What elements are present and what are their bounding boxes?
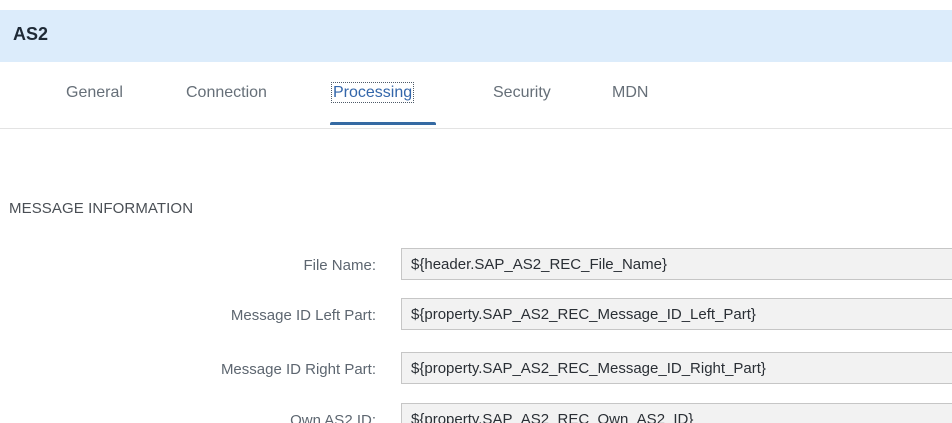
message-id-left-part-input[interactable] [401,298,952,330]
page-title: AS2 [13,24,49,44]
message-id-right-part-input[interactable] [401,352,952,384]
form-row-own-as2-id: Own AS2 ID: [0,403,952,423]
tab-security[interactable]: Security [493,84,551,102]
tab-processing[interactable]: Processing [330,82,415,103]
section-title-message-information: MESSAGE INFORMATION [9,200,194,217]
message-id-left-part-label: Message ID Left Part: [230,307,376,324]
file-name-label: File Name: [303,257,376,274]
as2-config-page: AS2 General Connection Processing Securi… [0,0,952,423]
tab-connection[interactable]: Connection [186,84,267,102]
header-bar: AS2 [0,10,952,62]
tab-mdn[interactable]: MDN [612,84,648,102]
form-row-message-id-right-part: Message ID Right Part: [0,352,952,386]
own-as2-id-input[interactable] [401,403,952,423]
tab-general[interactable]: General [66,84,123,102]
tab-connection-label: Connection [186,84,267,101]
form-row-message-id-left-part: Message ID Left Part: [0,298,952,332]
tab-security-label: Security [493,84,551,101]
tab-processing-label: Processing [330,82,415,103]
tab-general-label: General [66,84,123,101]
message-id-right-part-label: Message ID Right Part: [220,361,376,378]
own-as2-id-label: Own AS2 ID: [290,412,376,423]
active-tab-indicator [330,122,436,125]
form-row-file-name: File Name: [0,248,952,282]
tab-mdn-label: MDN [612,84,649,101]
tab-bar: General Connection Processing Security M… [0,62,952,129]
file-name-input[interactable] [401,248,952,280]
